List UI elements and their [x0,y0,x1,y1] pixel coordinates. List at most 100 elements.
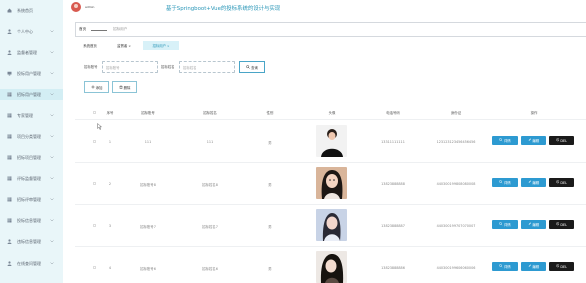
edit-icon [528,264,532,269]
close-icon[interactable]: × [128,44,131,48]
edit-button[interactable]: 编辑 [521,262,546,271]
detail-button[interactable]: 详情 [492,178,518,187]
user-icon [7,239,12,244]
name-input[interactable]: 招标姓名 [179,61,235,73]
add-button[interactable]: 添加 [84,81,109,93]
cell-id-card: 440300199606060006 [436,266,476,270]
column-header-name: 招标姓名 [203,111,217,115]
sidebar-item-bidder-users[interactable]: 投标用户管理 [0,68,63,79]
edit-button[interactable]: 编辑 [521,178,546,187]
cell-account: 111 [144,140,152,144]
del-label: DEL [560,222,568,227]
clear-icon [556,138,560,143]
tab-home[interactable]: 系统首页 [79,41,101,50]
sidebar-item-home[interactable]: 系统首页 [0,5,63,16]
sidebar-item-evaluation-supervision[interactable]: 评标监督管理 [0,173,63,184]
chevron-down-icon [50,262,54,265]
detail-button[interactable]: 详情 [492,262,518,271]
tab-supervisors[interactable]: 监督者 × [111,41,137,50]
search-button[interactable]: 查询 [239,61,265,73]
delete-button[interactable]: 删除 [112,81,137,93]
tab-label: 招标用户 [152,44,167,48]
del-label: DEL [560,264,568,269]
del-button[interactable]: DEL [549,220,574,229]
cell-name: 招标姓名6 [202,267,218,271]
del-button[interactable]: DEL [549,262,574,271]
mouse-cursor-icon [97,123,103,130]
row-checkbox[interactable] [93,140,96,143]
select-all-checkbox[interactable] [93,111,96,114]
grid-icon [7,92,12,97]
detail-label: 详情 [503,139,511,143]
grid-icon [7,134,12,139]
sidebar-item-label: 评标监督管理 [17,175,41,181]
close-icon[interactable]: × [167,44,170,48]
cell-gender: 男 [268,267,272,271]
cell-phone: 13823888887 [381,224,405,228]
row-checkbox[interactable] [93,224,96,227]
edit-icon [528,222,532,227]
sidebar-item-experts[interactable]: 专家管理 [0,110,63,121]
sidebar-item-tender-review[interactable]: 招标评审管理 [0,194,63,205]
home-icon [7,8,12,13]
user-icon [7,50,12,55]
cell-phone: 13823888886 [381,266,405,270]
edit-icon [528,180,532,185]
detail-button[interactable]: 详情 [492,136,518,145]
table-divider [75,204,586,205]
sidebar-item-tender-users[interactable]: 招标用户管理 [0,89,63,100]
sidebar-item-online-questions[interactable]: 在线查问管理 [0,258,63,269]
sidebar-item-label: 个人中心 [17,28,33,34]
cell-phone: 13823888888 [381,182,405,186]
user-photo [316,251,347,283]
breadcrumb: 首页 招标用户 [75,22,586,37]
edit-button[interactable]: 编辑 [521,220,546,229]
chevron-down-icon [50,198,54,201]
column-header-gender: 性别 [266,111,274,115]
app-title: 基于Springboot+Vue的投标系统的设计与实现 [166,6,281,12]
sidebar-item-label: 招标项目管理 [17,154,41,160]
cell-gender: 男 [268,183,272,187]
trash-icon [119,84,123,90]
cell-account: 招标账号6 [140,267,156,271]
search-icon [499,264,503,269]
cell-gender: 男 [268,141,272,145]
breadcrumb-home[interactable]: 首页 [79,27,86,32]
del-button[interactable]: DEL [549,136,574,145]
cell-phone: 13311111111 [381,140,405,144]
search-icon [499,180,503,185]
cell-account: 招标账号7 [140,225,156,229]
detail-button[interactable]: 详情 [492,220,518,229]
monitor-icon [7,71,12,76]
cell-account: 招标账号8 [140,183,156,187]
grid-icon [7,197,12,202]
breadcrumb-separator [91,30,107,31]
sidebar-item-supervisors[interactable]: 监督者管理 [0,47,63,58]
search-icon [499,222,503,227]
avatar[interactable] [71,2,81,12]
chevron-down-icon [50,93,54,96]
clear-icon [556,222,560,227]
account-input[interactable]: 招标账号 [102,61,158,73]
row-checkbox[interactable] [93,182,96,185]
cell-index: 1 [108,140,112,144]
cell-id-card: 123123123456456456 [436,140,476,144]
edit-label: 编辑 [532,181,540,185]
account-label: 招标账号 [84,65,98,69]
row-checkbox[interactable] [93,266,96,269]
cell-index: 3 [108,224,112,228]
sidebar-item-tender-projects[interactable]: 招标项目管理 [0,152,63,163]
edit-label: 编辑 [532,139,540,143]
sidebar-item-bid-info[interactable]: 投标信息管理 [0,215,63,226]
sidebar-item-project-categories[interactable]: 项目分类管理 [0,131,63,142]
tab-tender-users[interactable]: 招标用户 × [143,41,179,50]
del-button[interactable]: DEL [549,178,574,187]
column-header-avatar: 头像 [328,111,336,115]
detail-label: 详情 [503,181,511,185]
sidebar-item-violation-info[interactable]: 违标信息管理 [0,236,63,247]
sidebar-item-label: 专家管理 [17,112,33,118]
column-header-account: 招标账号 [141,111,155,115]
sidebar-item-personal-center[interactable]: 个人中心 [0,26,63,37]
plus-icon [91,84,95,90]
edit-button[interactable]: 编辑 [521,136,546,145]
